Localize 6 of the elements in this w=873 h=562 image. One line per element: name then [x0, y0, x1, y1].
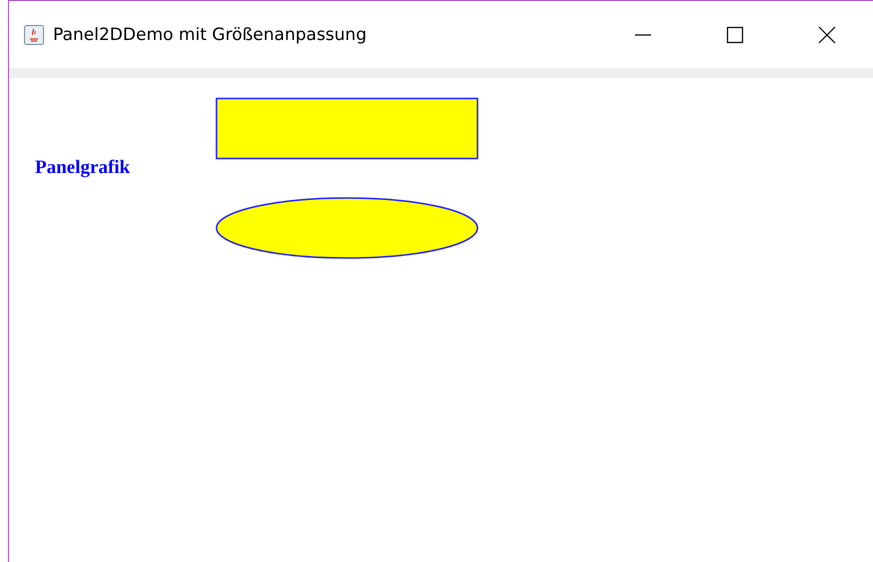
- panel-label: Panelgrafik: [35, 157, 130, 179]
- window-title: Panel2DDemo mit Größenanpassung: [53, 24, 368, 44]
- java-app-icon: [24, 24, 44, 44]
- maximize-icon: [726, 26, 744, 44]
- close-icon: [818, 26, 836, 44]
- minimize-icon: [635, 34, 651, 36]
